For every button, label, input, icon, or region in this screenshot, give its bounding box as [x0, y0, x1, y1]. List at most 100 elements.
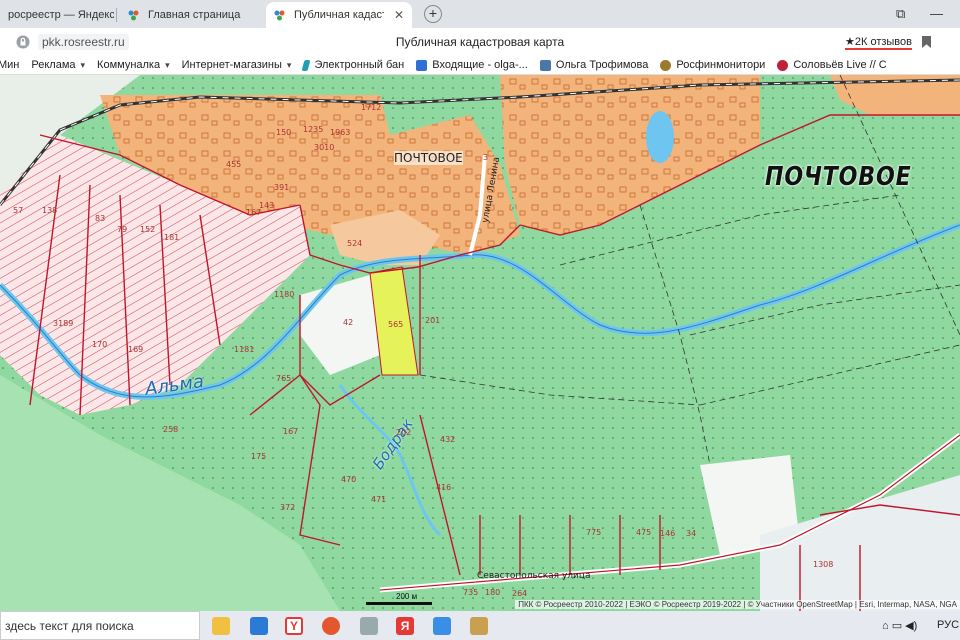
- parcel-label: 524: [347, 239, 363, 248]
- collections-icon[interactable]: ⧉: [896, 6, 905, 22]
- bookmark-rosfin[interactable]: Росфинмонитори: [660, 59, 765, 71]
- close-tab-icon[interactable]: ✕: [394, 8, 404, 22]
- plus-icon[interactable]: +: [424, 5, 442, 23]
- mail-icon[interactable]: [250, 617, 268, 635]
- bookmark-icon[interactable]: [922, 36, 931, 48]
- address-bar: pkk.rosreestr.ru Публичная кадастровая к…: [0, 28, 960, 56]
- parcel-label: 180: [485, 588, 501, 597]
- parcel-label: 1181: [234, 345, 255, 354]
- parcel-label: 1712: [361, 103, 382, 112]
- parcel-label: 1963: [330, 128, 351, 137]
- parcel-label: 475: [636, 528, 652, 537]
- page-title-wrap: Публичная кадастровая карта: [0, 35, 960, 49]
- parcel-label: 264: [512, 589, 528, 598]
- reviews-text: ★2К отзывов: [845, 36, 912, 50]
- town-label-small: ПОЧТОВОЕ: [394, 151, 463, 165]
- parcel-label: 455: [226, 160, 242, 169]
- parcel-label: 79: [117, 225, 128, 234]
- parcel-label: 170: [92, 340, 108, 349]
- bookmark-bank[interactable]: Электронный бан: [301, 59, 404, 71]
- rosreestr-favicon-icon: [274, 10, 285, 21]
- tab-cadastral-map[interactable]: Публичная кадастровая ✕: [266, 2, 412, 28]
- taskbar: здесь текст для поиска Y Я ⌂ ▭ ◀) РУС: [0, 611, 960, 640]
- bookmarks-bar: Мин Реклама ▾ Коммуналка ▾ Интернет-магази…: [0, 56, 960, 75]
- parcel-label: 175: [251, 452, 267, 461]
- map-attribution: ПКК © Росреестр 2010-2022 | ЕЭКО © Росре…: [515, 600, 960, 609]
- tray-icons[interactable]: ⌂ ▭ ◀): [882, 619, 917, 632]
- parcel-label: 169: [128, 345, 144, 354]
- bookmark-folder-reklama[interactable]: Реклама ▾: [31, 59, 85, 71]
- printer-icon[interactable]: [360, 617, 378, 635]
- folder-icon[interactable]: [212, 617, 230, 635]
- parcel-label: 152: [140, 225, 156, 234]
- bookmark-label: Ольга Трофимова: [555, 59, 649, 71]
- tab-separator: [116, 8, 117, 22]
- cadastral-map[interactable]: ПОЧТОВОЕ ПОЧТОВОЕ Альма Бодрак Севастопо…: [0, 75, 960, 611]
- bookmark-label: Мин: [0, 59, 20, 71]
- tab-yandex-search[interactable]: росреестр — Яндекс: наш: [0, 2, 114, 28]
- photos-icon[interactable]: [433, 617, 451, 635]
- bookmark-label: Соловьёв Live // С: [793, 59, 887, 71]
- paint-icon[interactable]: [470, 617, 488, 635]
- parcel-label: 735: [463, 588, 479, 597]
- firefox-icon[interactable]: [322, 617, 340, 635]
- chevron-down-icon: ▾: [165, 59, 170, 70]
- parcel-label: 416: [436, 483, 452, 492]
- tab-title: Главная страница: [148, 9, 241, 21]
- bookmark-label: Интернет-магазины: [181, 59, 282, 71]
- vk-icon: [539, 59, 551, 71]
- bookmark-folder-shops[interactable]: Интернет-магазины ▾: [182, 59, 292, 71]
- bookmark-label: Входящие - olga-...: [432, 59, 528, 71]
- parcel-label: 181: [164, 233, 180, 242]
- tab-title: Публичная кадастровая: [294, 9, 384, 21]
- minimize-icon[interactable]: —: [930, 6, 943, 21]
- town-label-big: ПОЧТОВОЕ: [765, 162, 912, 192]
- parcel-label: 3010: [314, 143, 335, 152]
- bookmark-label: Реклама: [31, 59, 76, 71]
- solovyov-live-icon: [777, 59, 789, 71]
- parcel-label: 471: [371, 495, 387, 504]
- street-label-sevastopolskaya: Севастопольская улица: [477, 571, 591, 581]
- taskbar-search[interactable]: здесь текст для поиска: [0, 611, 200, 640]
- chevron-down-icon: ▾: [80, 59, 86, 70]
- parcel-label: 765: [276, 374, 292, 383]
- lake: [646, 111, 674, 163]
- parcel-label: 372: [280, 503, 296, 512]
- bookmark-folder-kommunalka[interactable]: Коммуналка ▾: [97, 59, 170, 71]
- scale-bar: [366, 602, 432, 605]
- chevron-down-icon: ▾: [286, 59, 292, 70]
- parcel-label: 470: [341, 475, 357, 484]
- scale-label: 200 м: [396, 592, 418, 601]
- tab-bar: росреестр — Яндекс: наш Главная страница…: [0, 0, 960, 28]
- parcel-label: 775: [586, 528, 602, 537]
- bookmark-min[interactable]: Мин: [0, 59, 19, 71]
- parcel-label: 167: [283, 427, 299, 436]
- bookmark-vk[interactable]: Ольга Трофимова: [539, 59, 649, 71]
- parcel-label: 1180: [274, 290, 295, 299]
- lock-icon: [16, 35, 30, 49]
- bank-icon: [301, 59, 311, 71]
- map-canvas: [0, 75, 960, 611]
- url-field[interactable]: pkk.rosreestr.ru: [16, 34, 129, 50]
- language-indicator[interactable]: РУС: [937, 619, 959, 631]
- url-text: pkk.rosreestr.ru: [38, 34, 129, 50]
- map-scale: 200 м: [366, 592, 432, 605]
- parcel-label: 57: [13, 206, 24, 215]
- parcel-label: 3: [483, 153, 489, 162]
- parcel-label: 167: [246, 208, 262, 217]
- parcel-label: 258: [163, 425, 179, 434]
- taskbar-search-placeholder: здесь текст для поиска: [5, 619, 134, 633]
- tab-home-page[interactable]: Главная страница: [120, 2, 266, 28]
- bookmark-label: Коммуналка: [97, 59, 161, 71]
- emblem-icon: [660, 59, 672, 71]
- parcel-label: 143: [259, 201, 275, 210]
- bookmark-solovyov[interactable]: Соловьёв Live // С: [777, 59, 887, 71]
- bookmark-inbox[interactable]: Входящие - olga-...: [416, 59, 528, 71]
- parcel-label: 42: [343, 318, 354, 327]
- parcel-label: 83: [95, 214, 106, 223]
- yandex-browser-icon[interactable]: Y: [285, 617, 303, 635]
- yandex-icon[interactable]: Я: [396, 617, 414, 635]
- reviews-link[interactable]: ★2К отзывов: [845, 35, 912, 50]
- page-title: Публичная кадастровая карта: [395, 35, 565, 49]
- selected-parcel-label: 565: [388, 320, 404, 329]
